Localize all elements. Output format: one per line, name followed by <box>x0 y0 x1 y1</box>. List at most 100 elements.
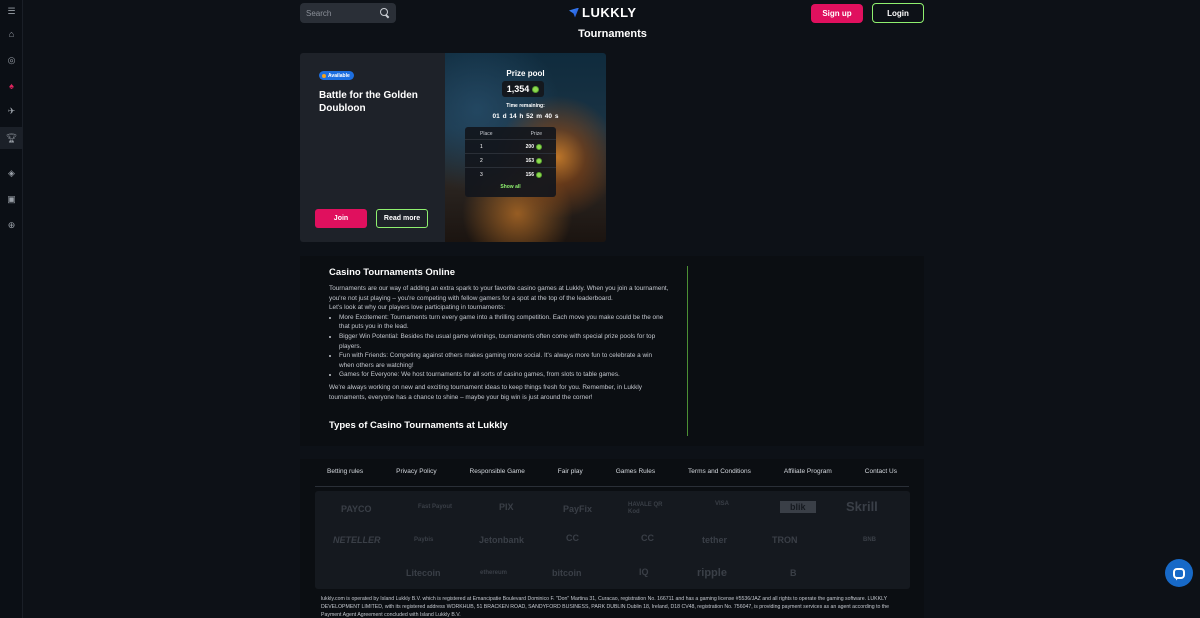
info-outro: We're always working on new and exciting… <box>329 383 642 401</box>
search-icon[interactable] <box>380 8 390 18</box>
footer-link-games-rules[interactable]: Games Rules <box>616 468 655 475</box>
prize-pool-value: 1,354 <box>502 81 544 97</box>
prize-table-header: Place Prize <box>465 127 556 139</box>
coin-icon <box>536 143 542 150</box>
info-intro: Tournaments are our way of adding an ext… <box>329 285 669 302</box>
sidebar: ☰ ⌂ ◎ ♠ ✈ 🏆︎ ◈ ▣ ⊕ <box>0 0 23 618</box>
chat-icon <box>1173 567 1185 579</box>
casino-chip-icon[interactable]: ◎ <box>0 49 23 71</box>
search-input[interactable]: Search <box>300 3 396 23</box>
payment-logo-fast-payout: Fast Payout <box>418 504 453 510</box>
place-cell: 2 <box>480 157 483 164</box>
footer-link-responsible-game[interactable]: Responsible Game <box>470 468 525 475</box>
page-title: Tournaments <box>578 28 647 40</box>
status-dot-icon <box>322 73 326 78</box>
time-remaining-label: Time remaining: <box>506 103 545 109</box>
payment-logo-litecoin: Litecoin <box>406 568 441 578</box>
column-header-place: Place <box>480 131 493 137</box>
footer-link-terms[interactable]: Terms and Conditions <box>688 468 751 475</box>
prize-amount: 156 <box>525 171 534 178</box>
payment-logo-payco: PAYCO <box>341 504 372 514</box>
countdown-timer: 01 d 14 h 52 m 40 s <box>492 113 559 120</box>
footer-links: Betting rules Privacy Policy Responsible… <box>315 468 909 475</box>
coin-icon <box>536 157 542 164</box>
footer-link-betting-rules[interactable]: Betting rules <box>327 468 363 475</box>
scroll-divider[interactable] <box>687 266 688 436</box>
list-item: More Excitement: Tournaments turn every … <box>339 313 669 332</box>
prize-cell: 163 <box>525 157 542 164</box>
coin-icon <box>532 85 540 93</box>
list-item: Bigger Win Potential: Besides the usual … <box>339 332 669 351</box>
prize-amount: 163 <box>525 157 534 164</box>
footer-link-fair-play[interactable]: Fair play <box>558 468 583 475</box>
payment-logo-payfix: PayFix <box>563 504 593 514</box>
tournaments-trophy-icon[interactable]: 🏆︎ <box>0 127 23 149</box>
payment-logo-ethereum: ethereum <box>480 570 508 576</box>
payment-logo-b: B <box>790 568 797 578</box>
payment-logo-pix: PIX <box>499 502 514 512</box>
join-button[interactable]: Join <box>315 209 367 228</box>
table-row: 3 156 <box>465 167 556 181</box>
payment-logo-tether: tether <box>702 535 728 545</box>
payment-logo-ripple: ripple <box>697 567 727 579</box>
payment-logo-skrill: Skrill <box>846 499 878 514</box>
prize-pool-label: Prize pool <box>506 69 545 78</box>
payment-logo-paybis: Paybis <box>414 537 434 543</box>
payment-logo-blik: blik <box>780 501 816 513</box>
place-cell: 3 <box>480 171 483 178</box>
payment-methods: PAYCO Fast Payout PIX PayFix HAVALE QR K… <box>315 491 910 589</box>
payment-logo-visa: VISA <box>715 501 730 507</box>
signup-button[interactable]: Sign up <box>811 4 863 23</box>
footer-link-privacy-policy[interactable]: Privacy Policy <box>396 468 436 475</box>
payment-logo-bitcoin: bitcoin <box>552 568 582 578</box>
info-icon[interactable]: ▣ <box>0 188 23 210</box>
language-globe-icon[interactable]: ⊕ <box>0 214 23 236</box>
read-more-button[interactable]: Read more <box>376 209 428 228</box>
login-button[interactable]: Login <box>872 3 924 23</box>
list-item: Fun with Friends: Competing against othe… <box>339 351 669 370</box>
status-badge-label: Available <box>328 72 350 79</box>
table-row: 2 163 <box>465 153 556 167</box>
legal-text: lukkly.com is operated by Island Lukkly … <box>321 596 890 618</box>
coin-icon <box>536 171 542 178</box>
prize-pool-amount: 1,354 <box>506 84 530 94</box>
payment-logo-neteller: NETELLER <box>333 535 381 545</box>
logo-mark-icon <box>569 7 579 18</box>
footer-divider <box>315 486 909 487</box>
live-chat-button[interactable] <box>1165 559 1193 587</box>
info-bullet-list: More Excitement: Tournaments turn every … <box>329 313 669 380</box>
prize-cell: 200 <box>525 143 542 150</box>
info-subheading: Types of Casino Tournaments at Lukkly <box>329 420 508 431</box>
tournament-banner: Prize pool 1,354 Time remaining: 01 d 14… <box>445 53 606 242</box>
footer-link-affiliate[interactable]: Affiliate Program <box>784 468 832 475</box>
logo[interactable]: LUKKLY <box>569 5 637 20</box>
payment-logo-havale: HAVALE QR Kod <box>628 502 663 515</box>
payment-logo-tron: TRON <box>772 535 798 545</box>
show-all-link[interactable]: Show all <box>465 181 556 190</box>
payment-logo-iq: IQ <box>639 567 649 577</box>
info-lead: Let's look at why our players love parti… <box>329 304 505 312</box>
footer-link-contact[interactable]: Contact Us <box>865 468 897 475</box>
place-cell: 1 <box>480 143 483 150</box>
payment-logo-cc-2: CC <box>641 533 654 543</box>
footer: Betting rules Privacy Policy Responsible… <box>300 459 924 618</box>
status-badge: Available <box>319 71 354 80</box>
payment-logo-jetonbank: Jetonbank <box>479 535 525 545</box>
logo-text: LUKKLY <box>582 5 637 20</box>
column-header-prize: Prize <box>530 131 542 137</box>
payment-logo-cc-1: CC <box>566 533 579 543</box>
live-casino-icon[interactable]: ♠ <box>0 75 23 97</box>
tournament-card: Available Battle for the Golden Doubloon… <box>300 53 445 242</box>
info-body: Tournaments are our way of adding an ext… <box>329 284 669 402</box>
promotions-icon[interactable]: ✈ <box>0 100 23 122</box>
prize-amount: 200 <box>525 143 534 150</box>
search-placeholder: Search <box>306 8 332 18</box>
menu-toggle-icon[interactable]: ☰ <box>0 0 23 22</box>
prize-cell: 156 <box>525 171 542 178</box>
list-item: Games for Everyone: We host tournaments … <box>339 370 669 380</box>
info-heading: Casino Tournaments Online <box>329 267 455 278</box>
vip-icon[interactable]: ◈ <box>0 162 23 184</box>
prize-table: Place Prize 1 200 2 163 3 156 Show all <box>465 127 556 197</box>
tournament-title: Battle for the Golden Doubloon <box>319 90 418 114</box>
payment-logo-bnb: BNB <box>863 537 876 543</box>
